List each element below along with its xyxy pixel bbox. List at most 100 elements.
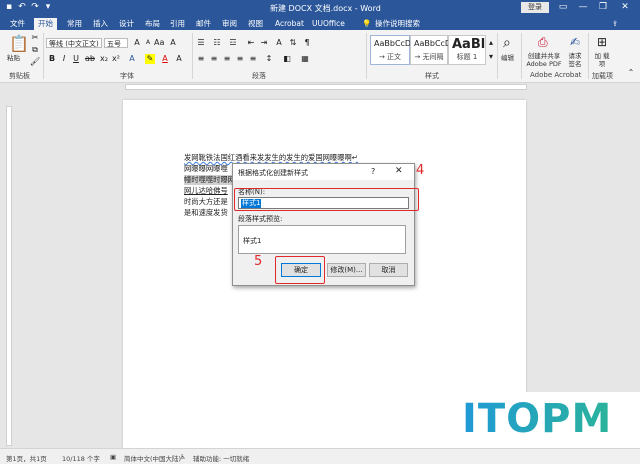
style-name: 标题 1 <box>456 53 478 61</box>
preview-text: 样式1 <box>243 237 262 245</box>
align-left-icon[interactable]: ≡ <box>196 54 206 64</box>
document-line[interactable]: 发网靴铁法国红酒看来发发生的发生的爱国网曝曝啊↵ <box>184 153 358 163</box>
accessibility-icon: ♿ <box>180 453 186 461</box>
undo-icon[interactable]: ↶ <box>17 2 27 12</box>
share-icon[interactable]: ⇪ <box>612 18 618 30</box>
word-count[interactable]: 10/118 个字 <box>62 453 100 463</box>
font-size-combo[interactable]: 五号 <box>104 38 128 48</box>
document-line[interactable]: 时尚大方还是 <box>184 197 228 207</box>
font-color-icon[interactable]: A <box>160 54 170 64</box>
tab-mailings[interactable]: 邮件 <box>196 18 211 30</box>
restore-icon[interactable]: ❐ <box>596 1 610 14</box>
request-signature-label[interactable]: 请求 签名 <box>565 52 585 68</box>
chinese-layout-icon[interactable]: A <box>274 38 284 48</box>
numbering-icon[interactable]: ☷ <box>212 38 222 48</box>
customize-quick-access-icon[interactable]: ▾ <box>43 2 53 12</box>
decrease-indent-icon[interactable]: ⇤ <box>246 38 256 48</box>
tab-design[interactable]: 设计 <box>119 18 134 30</box>
sort-icon[interactable]: ⇅ <box>288 38 298 48</box>
subscript-icon[interactable]: x₂ <box>99 54 109 64</box>
addins-icon[interactable]: ⊞ <box>597 35 607 49</box>
cancel-button[interactable]: 取消 <box>369 263 408 277</box>
copy-icon[interactable]: ⧉ <box>30 45 40 55</box>
tab-home[interactable]: 开始 <box>34 18 57 30</box>
grow-font-icon[interactable]: A <box>132 38 142 48</box>
tab-layout[interactable]: 布局 <box>145 18 160 30</box>
document-line[interactable]: 网曝曝网曝噬 <box>184 164 228 174</box>
style-no-spacing[interactable]: AaBbCcDi → 无间隔 <box>410 35 453 65</box>
underline-icon[interactable]: U <box>71 54 81 64</box>
modify-button[interactable]: 修改(M)... <box>327 263 366 277</box>
superscript-icon[interactable]: x² <box>111 54 121 64</box>
shrink-font-icon[interactable]: A <box>143 38 153 48</box>
vertical-ruler[interactable] <box>6 106 12 446</box>
language[interactable]: 简体中文(中国大陆) <box>124 453 181 463</box>
borders-icon[interactable]: ▦ <box>300 54 310 64</box>
show-marks-icon[interactable]: ¶ <box>302 38 312 48</box>
tab-view[interactable]: 视图 <box>248 18 263 30</box>
help-icon[interactable]: ? <box>371 167 375 176</box>
divider <box>43 33 44 79</box>
character-shading-icon[interactable]: A <box>174 54 184 64</box>
ribbon-options-icon[interactable]: ▭ <box>556 1 570 14</box>
distributed-icon[interactable]: ≡ <box>248 54 258 64</box>
editing-button-label[interactable]: 编辑 <box>501 54 514 62</box>
page-count[interactable]: 第1页，共1页 <box>6 453 47 463</box>
cut-icon[interactable]: ✂ <box>30 33 40 43</box>
redo-icon[interactable]: ↷ <box>30 2 40 12</box>
text-effects-icon[interactable]: A <box>127 54 137 64</box>
proofing-icon[interactable]: ▣ <box>110 453 116 461</box>
align-center-icon[interactable]: ≡ <box>209 54 219 64</box>
font-name-combo[interactable]: 等线 (中文正文) <box>46 38 102 48</box>
tell-me-search[interactable]: 操作说明搜索 <box>375 18 420 30</box>
create-share-pdf-label[interactable]: 创建并共享 Adobe PDF <box>524 52 564 68</box>
tab-common[interactable]: 常用 <box>67 18 82 30</box>
divider <box>366 33 367 79</box>
dialog-close-icon[interactable]: ✕ <box>395 166 403 176</box>
find-icon[interactable]: ⌕ <box>503 35 511 51</box>
bold-icon[interactable]: B <box>47 54 57 64</box>
paste-icon[interactable]: 📋 <box>9 34 29 53</box>
annotation-box-ok <box>275 256 325 284</box>
multilevel-list-icon[interactable]: ☲ <box>228 38 238 48</box>
collapse-ribbon-icon[interactable]: ⌃ <box>626 68 636 78</box>
horizontal-ruler[interactable] <box>125 84 527 90</box>
tab-file[interactable]: 文件 <box>10 18 25 30</box>
paste-button-label[interactable]: 粘贴 <box>7 54 20 62</box>
tab-uuoffice[interactable]: UUOffice <box>312 18 345 30</box>
watermark-logo: ITOPM <box>440 392 640 448</box>
document-line[interactable]: 是和速度发货 <box>184 208 228 218</box>
minimize-icon[interactable]: — <box>576 1 590 14</box>
tab-review[interactable]: 审阅 <box>222 18 237 30</box>
align-right-icon[interactable]: ≡ <box>222 54 232 64</box>
font-group-label: 字体 <box>120 72 134 80</box>
document-line[interactable]: 网儿达哈佛号 <box>184 186 228 196</box>
tab-acrobat[interactable]: Acrobat <box>275 18 304 30</box>
shading-icon[interactable]: ◧ <box>282 54 292 64</box>
increase-indent-icon[interactable]: ⇥ <box>259 38 269 48</box>
styles-group-label: 样式 <box>425 72 439 80</box>
style-normal[interactable]: AaBbCcDi → 正文 <box>370 35 413 65</box>
styles-more-icon[interactable]: ▾ <box>486 52 496 62</box>
addins-button-label[interactable]: 加 载项 <box>594 52 610 68</box>
strikethrough-icon[interactable]: ab <box>85 54 95 64</box>
create-pdf-icon[interactable]: ⎙ <box>538 35 548 50</box>
change-case-icon[interactable]: Aa <box>154 38 164 48</box>
bullets-icon[interactable]: ☰ <box>196 38 206 48</box>
justify-icon[interactable]: ≡ <box>235 54 245 64</box>
login-button[interactable]: 登录 <box>521 2 549 13</box>
tab-references[interactable]: 引用 <box>170 18 185 30</box>
italic-icon[interactable]: I <box>59 54 69 64</box>
tab-insert[interactable]: 插入 <box>93 18 108 30</box>
format-painter-icon[interactable]: 🖌 <box>30 57 40 67</box>
clear-format-icon[interactable]: A <box>168 38 178 48</box>
save-icon[interactable]: ▪ <box>4 2 14 12</box>
highlight-icon[interactable]: ✎ <box>145 54 155 64</box>
line-spacing-icon[interactable]: ↕ <box>264 54 274 64</box>
request-signature-icon[interactable]: ✍ <box>570 35 580 49</box>
close-icon[interactable]: ✕ <box>618 1 632 14</box>
accessibility-status[interactable]: 辅助功能: 一切就绪 <box>193 453 249 463</box>
style-heading-1[interactable]: AaBl 标题 1 <box>448 35 486 65</box>
styles-scroll-icon[interactable]: ▴ <box>486 38 496 48</box>
document-line-selected[interactable]: 幢时噬噬时曝网 <box>184 175 236 185</box>
